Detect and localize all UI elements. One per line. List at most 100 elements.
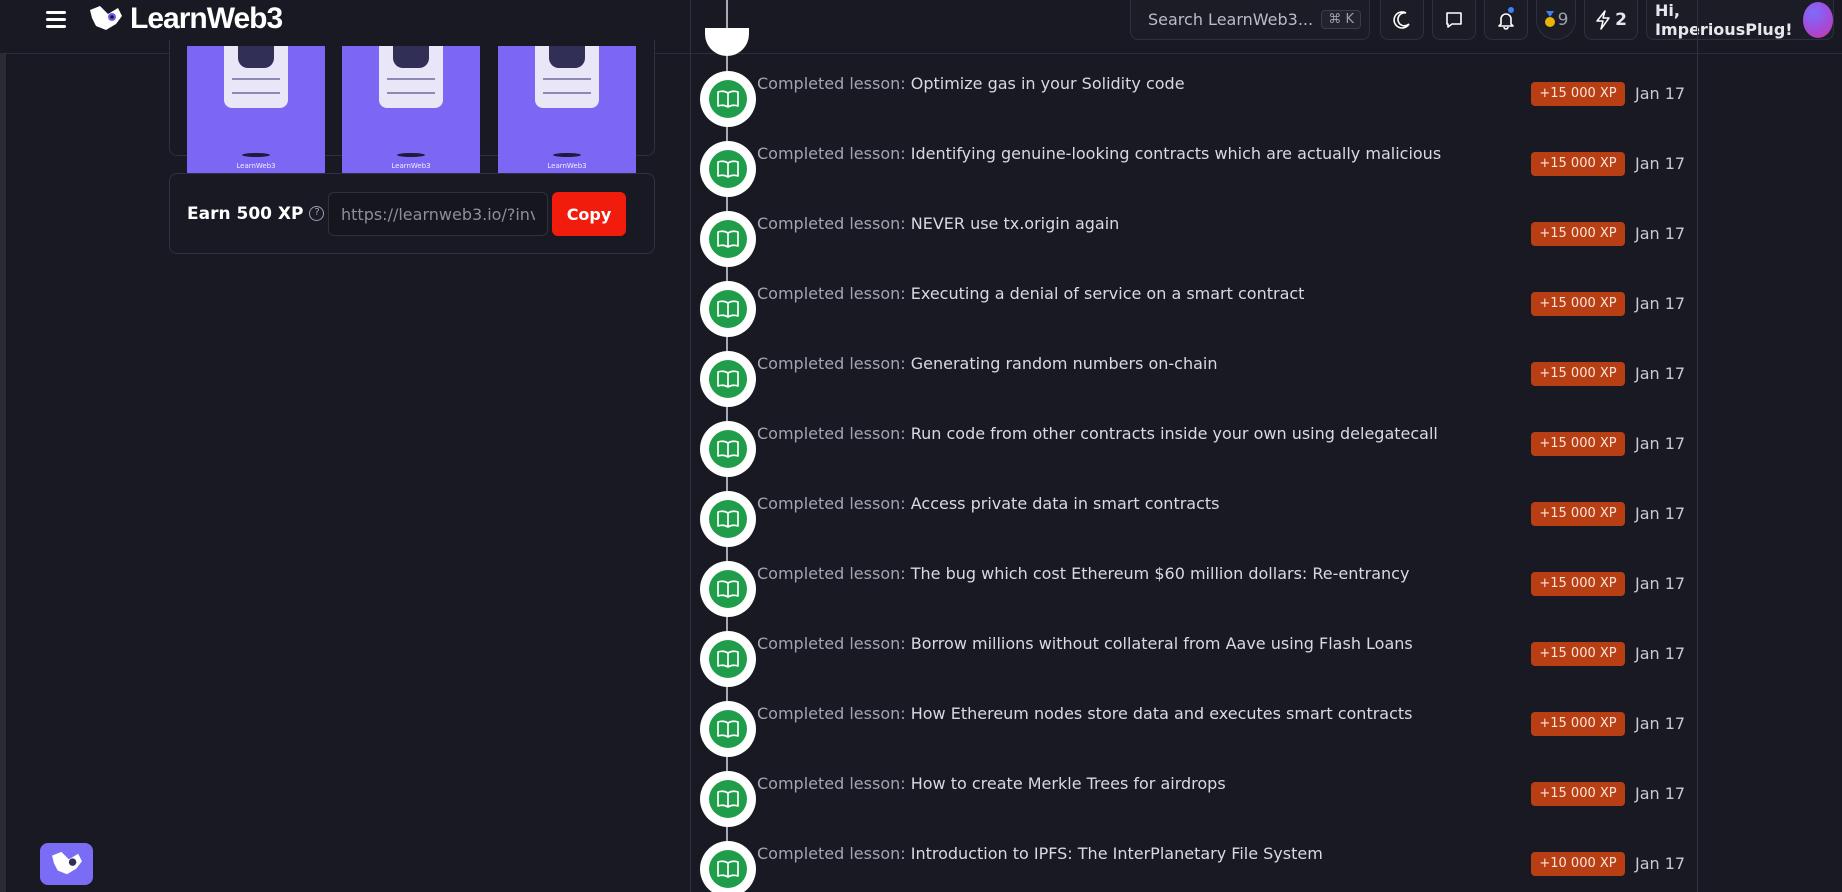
timeline-item: Completed lesson: NEVER use tx.origin ag… [691,204,1697,274]
lesson-title[interactable]: Optimize gas in your Solidity code [911,74,1185,93]
lesson-node [700,211,756,267]
nft-brand: LearnWeb3 [391,162,431,170]
lesson-node [700,421,756,477]
lesson-node [700,71,756,127]
lesson-prefix: Completed lesson: [757,144,906,163]
lesson-title[interactable]: How Ethereum nodes store data and execut… [911,704,1413,723]
lesson-prefix: Completed lesson: [757,74,906,93]
lesson-text: Completed lesson: Identifying genuine-lo… [757,144,1441,163]
timeline-item: Completed lesson: Borrow millions withou… [691,624,1697,694]
bird-logo-icon [51,851,82,875]
activity-date: Jan 17 [1635,714,1686,733]
question-circle-icon[interactable]: ? [309,206,325,221]
lesson-node [700,841,756,892]
activity-date: Jan 17 [1635,364,1686,383]
invite-link-input[interactable] [328,192,548,236]
nft-shadow [242,153,270,157]
lesson-text: Completed lesson: How to create Merkle T… [757,774,1226,793]
copy-button[interactable]: Copy [552,192,626,236]
nft-card[interactable]: LearnWeb3 [498,46,636,177]
open-book-icon [709,710,747,748]
nft-brand: LearnWeb3 [236,162,276,170]
lesson-title[interactable]: How to create Merkle Trees for airdrops [911,774,1226,793]
open-book-icon [709,360,747,398]
nft-card[interactable]: LearnWeb3 [342,46,480,177]
nft-shadow [397,153,425,157]
timeline-item: Completed lesson: The bug which cost Eth… [691,554,1697,624]
xp-badge: +15 000 XP [1531,82,1625,106]
open-book-icon [709,780,747,818]
open-book-icon [709,430,747,468]
nft-certificate [535,46,599,108]
lesson-node [700,491,756,547]
lesson-node [700,631,756,687]
activity-date: Jan 17 [1635,504,1686,523]
activity-date: Jan 17 [1635,154,1686,173]
lesson-text: Completed lesson: Run code from other co… [757,424,1438,443]
timeline-item: Completed lesson: Run code from other co… [691,414,1697,484]
nft-certificate [224,46,288,108]
xp-badge: +15 000 XP [1531,502,1625,526]
lesson-prefix: Completed lesson: [757,704,906,723]
timeline-item: Completed lesson: Optimize gas in your S… [691,64,1697,134]
lesson-title[interactable]: Run code from other contracts inside you… [911,424,1438,443]
invite-card: Earn 500 XP ? Copy [169,173,655,254]
lesson-prefix: Completed lesson: [757,844,906,863]
lesson-text: Completed lesson: Generating random numb… [757,354,1217,373]
open-book-icon [709,150,747,188]
lesson-title[interactable]: Introduction to IPFS: The InterPlanetary… [911,844,1323,863]
xp-badge: +15 000 XP [1531,712,1625,736]
activity-date: Jan 17 [1635,644,1686,663]
lesson-text: Completed lesson: Borrow millions withou… [757,634,1413,653]
lesson-prefix: Completed lesson: [757,424,906,443]
lesson-node [700,771,756,827]
lesson-title[interactable]: Generating random numbers on-chain [911,354,1218,373]
nft-text-lines [387,78,435,94]
lesson-prefix: Completed lesson: [757,634,906,653]
lesson-prefix: Completed lesson: [757,774,906,793]
activity-timeline: Completed lesson: Optimize gas in your S… [690,0,1698,892]
activity-date: Jan 17 [1635,224,1686,243]
lesson-text: Completed lesson: Optimize gas in your S… [757,74,1185,93]
open-book-icon [709,570,747,608]
lesson-title[interactable]: Borrow millions without collateral from … [911,634,1413,653]
open-book-icon [709,80,747,118]
lesson-title[interactable]: NEVER use tx.origin again [911,214,1120,233]
lesson-title[interactable]: Executing a denial of service on a smart… [911,284,1305,303]
nft-text-lines [543,78,591,94]
nft-text-lines [232,78,280,94]
timeline-item: Completed lesson: Introduction to IPFS: … [691,834,1697,892]
earn-xp-label: Earn 500 XP [187,203,304,224]
timeline-item: Completed lesson: Identifying genuine-lo… [691,134,1697,204]
timeline-item: Completed lesson: Access private data in… [691,484,1697,554]
logo-text: LearnWeb3 [130,2,283,35]
timeline-item: Completed lesson: How to create Merkle T… [691,764,1697,834]
hamburger-menu-icon[interactable] [42,6,70,34]
logo[interactable]: LearnWeb3 [88,2,283,36]
lesson-title[interactable]: Identifying genuine-looking contracts wh… [911,144,1441,163]
lesson-node [700,561,756,617]
nft-card[interactable]: LearnWeb3 [187,46,325,177]
open-book-icon [709,290,747,328]
shield-badge-icon [393,46,429,68]
window-left-edge [0,0,6,892]
activity-date: Jan 17 [1635,84,1686,103]
lesson-text: Completed lesson: NEVER use tx.origin ag… [757,214,1119,233]
lesson-prefix: Completed lesson: [757,494,906,513]
floating-logo-button[interactable] [40,843,93,885]
xp-badge: +15 000 XP [1531,432,1625,456]
activity-date: Jan 17 [1635,434,1686,453]
lesson-title[interactable]: The bug which cost Ethereum $60 million … [911,564,1410,583]
timeline-item: Completed lesson: Generating random numb… [691,344,1697,414]
open-book-icon [709,640,747,678]
xp-badge: +15 000 XP [1531,782,1625,806]
bird-logo-icon [90,6,122,30]
nft-certificate [379,46,443,108]
lesson-text: Completed lesson: How Ethereum nodes sto… [757,704,1413,723]
lesson-prefix: Completed lesson: [757,214,906,233]
lesson-title[interactable]: Access private data in smart contracts [911,494,1220,513]
xp-badge: +15 000 XP [1531,292,1625,316]
activity-date: Jan 17 [1635,574,1686,593]
lesson-text: Completed lesson: Introduction to IPFS: … [757,844,1323,863]
xp-badge: +15 000 XP [1531,222,1625,246]
